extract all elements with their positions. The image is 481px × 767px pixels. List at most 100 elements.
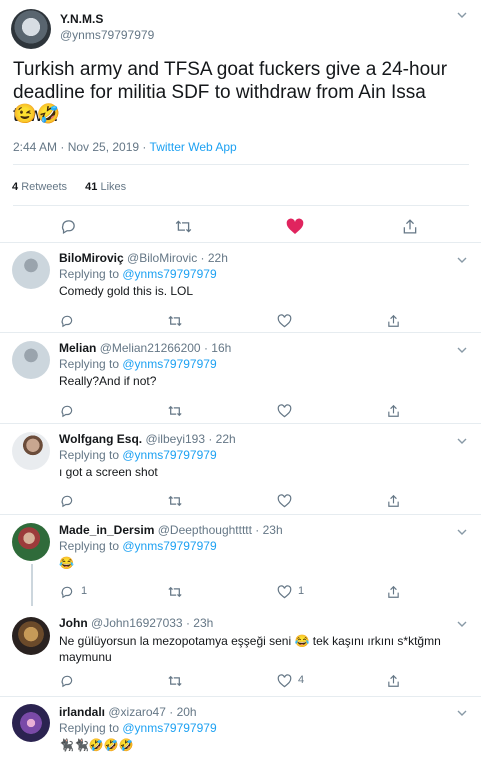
tweet-emojis: 😉🤣 [13, 104, 61, 125]
thread-line [31, 564, 33, 606]
likes-label[interactable]: Likes [100, 181, 126, 193]
share-icon[interactable] [383, 401, 403, 421]
reply-display-name[interactable]: BiloMiroviç [59, 251, 124, 265]
like-count: 4 [298, 674, 305, 686]
like-icon[interactable] [274, 401, 294, 421]
reply-handle[interactable]: @John16927033 · 23h [91, 616, 213, 630]
reply-display-name[interactable]: Melian [59, 341, 96, 355]
author-handle[interactable]: @ynms79797979 [60, 28, 154, 42]
replying-to: Replying to @ynms79797979 [59, 721, 217, 735]
share-icon[interactable] [383, 671, 403, 691]
reply-count: 1 [81, 585, 88, 597]
retweet-icon[interactable] [165, 582, 185, 602]
author-avatar[interactable] [11, 9, 51, 49]
replying-to: Replying to @ynms79797979 [59, 539, 217, 553]
like-icon[interactable] [274, 582, 294, 602]
mention-link[interactable]: @ynms79797979 [122, 721, 216, 735]
tweet-source-link[interactable]: Twitter Web App [150, 140, 237, 154]
chevron-down-icon[interactable] [455, 619, 469, 633]
retweets-count[interactable]: 4 [12, 181, 18, 193]
share-icon[interactable] [383, 311, 403, 331]
reply-tweet[interactable]: John @John16927033 · 23h Ne gülüyorsun l… [0, 605, 481, 697]
reply-tweet[interactable]: Made_in_Dersim @Deepthoughttttt · 23h Re… [0, 516, 481, 606]
divider [13, 164, 469, 165]
reply-header: BiloMiroviç @BiloMirovic · 22h [59, 251, 228, 265]
replying-to: Replying to @ynms79797979 [59, 448, 217, 462]
mention-link[interactable]: @ynms79797979 [122, 267, 216, 281]
retweet-icon[interactable] [165, 401, 185, 421]
reply-header: Made_in_Dersim @Deepthoughttttt · 23h [59, 523, 283, 537]
retweet-icon[interactable] [165, 491, 185, 511]
chevron-down-icon[interactable] [455, 255, 469, 269]
reply-header: Wolfgang Esq. @ilbeyi193 · 22h [59, 432, 236, 446]
chevron-down-icon[interactable] [455, 527, 469, 541]
reply-text: Ne gülüyorsun la mezopotamya eşşeği seni… [59, 634, 441, 664]
replying-to: Replying to @ynms79797979 [59, 357, 217, 371]
reply-icon[interactable] [57, 491, 77, 511]
reply-tweet[interactable]: Melian @Melian21266200 · 16h Replying to… [0, 334, 481, 424]
main-tweet: Y.N.M.S @ynms79797979 Turkish army and T… [0, 0, 481, 243]
reply-display-name[interactable]: John [59, 616, 88, 630]
reply-handle[interactable]: @Melian21266200 · 16h [100, 341, 232, 355]
reply-handle[interactable]: @xizaro47 · 20h [108, 705, 196, 719]
like-icon[interactable] [274, 311, 294, 331]
share-icon[interactable] [383, 582, 403, 602]
reply-header: John @John16927033 · 23h [59, 616, 213, 630]
reply-icon[interactable] [57, 311, 77, 331]
tweet-stats: 4 Retweets 41 Likes [12, 181, 126, 193]
replying-label: Replying to [59, 721, 123, 735]
avatar[interactable] [12, 341, 50, 379]
reply-tweet[interactable]: irlandalı @xizaro47 · 20h Replying to @y… [0, 698, 481, 767]
author-display-name[interactable]: Y.N.M.S [60, 12, 103, 26]
reply-display-name[interactable]: Made_in_Dersim [59, 523, 154, 537]
reply-tweet[interactable]: BiloMiroviç @BiloMirovic · 22h Replying … [0, 244, 481, 333]
reply-text: Comedy gold this is. LOL [59, 284, 194, 298]
retweet-icon[interactable] [165, 671, 185, 691]
reply-icon[interactable] [57, 401, 77, 421]
reply-header: irlandalı @xizaro47 · 20h [59, 705, 197, 719]
tweet-timestamp[interactable]: 2:44 AM · Nov 25, 2019 · [13, 140, 150, 154]
replying-label: Replying to [59, 539, 123, 553]
chevron-down-icon[interactable] [455, 708, 469, 722]
reply-text: Really?And if not? [59, 374, 157, 388]
reply-text: 🐈‍⬛🐈‍⬛🤣🤣🤣 [59, 738, 134, 752]
reply-handle[interactable]: @Deepthoughttttt · 23h [158, 523, 283, 537]
like-icon[interactable] [274, 671, 294, 691]
like-icon[interactable] [274, 491, 294, 511]
like-count: 1 [298, 585, 305, 597]
reply-text: ı got a screen shot [59, 465, 158, 479]
reply-icon[interactable] [57, 671, 77, 691]
tweet-text: Turkish army and TFSA goat fuckers give … [13, 59, 448, 126]
like-icon[interactable] [285, 216, 305, 236]
avatar[interactable] [12, 617, 50, 655]
replying-label: Replying to [59, 448, 123, 462]
divider [13, 205, 469, 206]
avatar[interactable] [12, 432, 50, 470]
mention-link[interactable]: @ynms79797979 [122, 539, 216, 553]
mention-link[interactable]: @ynms79797979 [122, 448, 216, 462]
reply-handle[interactable]: @BiloMirovic · 22h [127, 251, 228, 265]
replying-to: Replying to @ynms79797979 [59, 267, 217, 281]
chevron-down-icon[interactable] [455, 436, 469, 450]
avatar[interactable] [12, 704, 50, 742]
retweet-icon[interactable] [173, 216, 193, 236]
reply-display-name[interactable]: Wolfgang Esq. [59, 432, 142, 446]
retweet-icon[interactable] [165, 311, 185, 331]
reply-tweet[interactable]: Wolfgang Esq. @ilbeyi193 · 22h Replying … [0, 425, 481, 515]
likes-count[interactable]: 41 [85, 181, 97, 193]
mention-link[interactable]: @ynms79797979 [122, 357, 216, 371]
chevron-down-icon[interactable] [455, 345, 469, 359]
retweets-label[interactable]: Retweets [21, 181, 67, 193]
reply-icon[interactable] [58, 216, 78, 236]
reply-handle[interactable]: @ilbeyi193 · 22h [145, 432, 235, 446]
avatar[interactable] [12, 523, 50, 561]
share-icon[interactable] [383, 491, 403, 511]
reply-display-name[interactable]: irlandalı [59, 705, 105, 719]
reply-header: Melian @Melian21266200 · 16h [59, 341, 231, 355]
avatar[interactable] [12, 251, 50, 289]
tweet-meta: 2:44 AM · Nov 25, 2019 · Twitter Web App [13, 140, 237, 154]
chevron-down-icon[interactable] [455, 10, 469, 24]
reply-text: 😂 [59, 556, 74, 570]
share-icon[interactable] [400, 216, 420, 236]
reply-icon[interactable] [57, 582, 77, 602]
